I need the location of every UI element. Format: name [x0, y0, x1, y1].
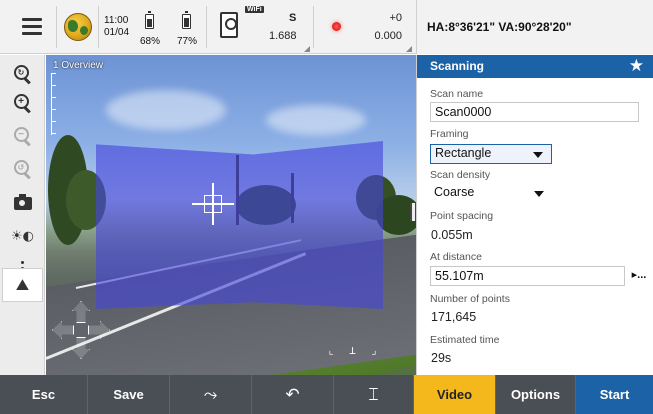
zoom-out-icon: −: [13, 127, 32, 145]
zoom-previous-icon: ↺: [13, 160, 32, 178]
at-distance-label: At distance: [430, 251, 482, 263]
pan-right-icon[interactable]: [88, 321, 110, 339]
bottom-bar: Esc Save ⤳ ↶ ⌶ Video Options Start: [0, 375, 653, 414]
pan-up-icon[interactable]: [72, 301, 90, 323]
instrument-value: 1.688: [269, 30, 297, 42]
panel-title: Scanning: [430, 59, 485, 73]
point-spacing-value: 0.055m: [431, 228, 473, 242]
crosshair-icon: [192, 183, 234, 225]
instrument-button[interactable]: WiFi S 1.688: [207, 0, 313, 54]
camera-button[interactable]: [0, 186, 45, 220]
estimated-time-label: Estimated time: [430, 334, 500, 346]
angle-readout: HA:8°36'21" VA:90°28'20": [416, 0, 653, 54]
start-button[interactable]: Start: [576, 375, 653, 414]
framing-label: Framing: [430, 128, 469, 140]
scan-name-input[interactable]: [430, 102, 639, 122]
map-view-button[interactable]: ⛰: [2, 268, 43, 302]
brightness-button[interactable]: ☀◐: [0, 219, 45, 253]
scanning-panel: Scanning ★ Scan name Framing Rectangle S…: [416, 55, 653, 375]
battery-2-percent: 77%: [177, 36, 198, 47]
pan-down-icon[interactable]: [72, 337, 90, 359]
globe-icon: [64, 13, 92, 41]
map-pin-icon: ⛰: [15, 275, 30, 294]
target-height-value: 0.000: [374, 30, 402, 42]
camera-icon: [13, 193, 32, 210]
camera-view[interactable]: 1 Overview ⌞ ⊥ ⌟: [46, 55, 416, 375]
date-text: 01/04: [104, 27, 130, 38]
brightness-icon: ☀◐: [11, 228, 34, 244]
menu-button[interactable]: [0, 0, 56, 54]
favorite-star-icon[interactable]: ★: [629, 56, 644, 76]
number-of-points-value: 171,645: [431, 310, 477, 324]
at-distance-input[interactable]: [430, 266, 625, 286]
save-button[interactable]: Save: [88, 375, 170, 414]
hamburger-icon: [22, 18, 42, 35]
instrument-rotate-button[interactable]: ⤳: [170, 375, 252, 414]
zoom-previous-button[interactable]: ↺: [0, 152, 45, 186]
esc-button[interactable]: Esc: [0, 375, 88, 414]
video-button[interactable]: Video: [414, 375, 496, 414]
framing-value: Rectangle: [435, 146, 492, 160]
total-station-icon: [220, 12, 238, 38]
corner-indicator: [304, 46, 310, 52]
battery-icon: [145, 11, 154, 29]
coordinate-system-button[interactable]: [57, 0, 98, 54]
time-text: 11:00: [104, 15, 129, 26]
zoom-extents-icon: ↻: [13, 65, 32, 83]
laser-indicator-icon: [332, 22, 341, 31]
battery-1-percent: 68%: [140, 36, 161, 47]
wifi-badge: WiFi: [245, 6, 264, 13]
overview-label: 1 Overview: [53, 60, 104, 71]
point-spacing-label: Point spacing: [430, 210, 494, 222]
scan-density-label: Scan density: [430, 169, 491, 181]
number-of-points-label: Number of points: [430, 293, 510, 305]
target-plus-value: +0: [389, 12, 402, 24]
fit-frame-icon: ⌶: [368, 384, 379, 405]
chevron-down-icon: [533, 152, 543, 158]
pan-left-icon[interactable]: [52, 321, 74, 339]
battery-icon: [182, 11, 191, 29]
zoom-in-icon: +: [13, 94, 32, 112]
scan-density-value: Coarse: [434, 185, 475, 199]
panel-header: Scanning ★: [417, 55, 653, 78]
at-distance-more-button[interactable]: ▸...: [629, 268, 649, 288]
options-button[interactable]: Options: [496, 375, 576, 414]
instrument-letter: S: [289, 12, 297, 24]
angle-text: HA:8°36'21" VA:90°28'20": [427, 20, 572, 34]
undo-arrow-icon: ↶: [285, 384, 300, 405]
target-button[interactable]: +0 0.000: [314, 0, 416, 54]
pan-control[interactable]: [52, 301, 110, 359]
cloud: [266, 105, 366, 135]
datetime-battery-button[interactable]: 11:00 01/04 68% 77%: [99, 0, 206, 54]
corner-indicator: [406, 46, 412, 52]
scan-density-select[interactable]: Coarse: [430, 184, 552, 204]
estimated-time-value: 29s: [431, 351, 452, 365]
frame-corner-marks: ⌞ ⊥ ⌟: [328, 344, 382, 357]
fit-frame-button[interactable]: ⌶: [334, 375, 414, 414]
zoom-out-button[interactable]: −: [0, 119, 45, 153]
undo-button[interactable]: ↶: [252, 375, 334, 414]
zoom-scale: [51, 73, 57, 135]
scan-name-label: Scan name: [430, 88, 484, 100]
framing-select[interactable]: Rectangle: [430, 144, 552, 164]
chevron-down-icon: [534, 191, 544, 197]
cloud: [106, 90, 226, 130]
turn-to-icon: ⤳: [203, 384, 218, 405]
left-toolbar: ↻ + − ↺ ☀◐ ⛰: [0, 55, 45, 375]
zoom-in-button[interactable]: +: [0, 86, 45, 120]
scan-area[interactable]: [96, 141, 383, 309]
